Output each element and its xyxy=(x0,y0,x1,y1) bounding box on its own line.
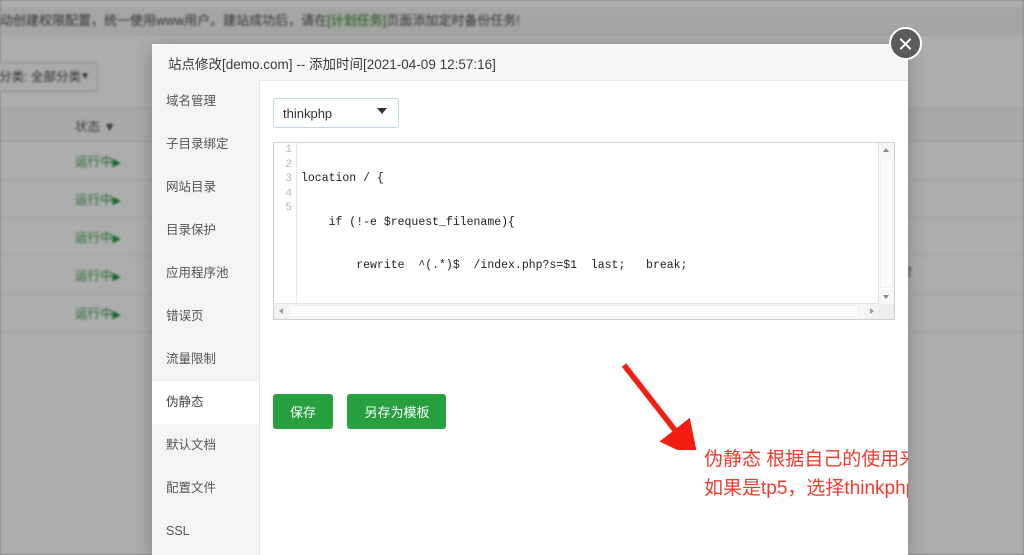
scrollbar-corner xyxy=(879,304,894,319)
line-number: 5 xyxy=(285,202,292,214)
line-number-gutter: 1 2 3 4 5 xyxy=(274,143,297,303)
sidebar-item-subdirectory-binding[interactable]: 子目录绑定 xyxy=(152,123,259,166)
editor-horizontal-scrollbar[interactable] xyxy=(274,303,879,319)
save-as-template-button[interactable]: 另存为模板 xyxy=(347,394,447,429)
sidebar-item-ssl[interactable]: SSL xyxy=(152,510,259,553)
line-number: 4 xyxy=(285,187,292,200)
site-edit-modal: 站点修改[demo.com] -- 添加时间[2021-04-09 12:57:… xyxy=(152,44,908,555)
code-content[interactable]: location / { if (!-e $request_filename){… xyxy=(297,143,878,303)
scroll-right-arrow-icon[interactable] xyxy=(865,304,879,319)
line-number: 2 xyxy=(285,158,292,171)
scroll-down-arrow-icon[interactable] xyxy=(879,290,894,304)
save-button[interactable]: 保存 xyxy=(273,394,334,429)
vertical-scroll-thumb[interactable] xyxy=(880,158,893,288)
horizontal-scroll-thumb[interactable] xyxy=(289,305,859,317)
close-icon[interactable] xyxy=(889,27,922,60)
sidebar-item-app-pool[interactable]: 应用程序池 xyxy=(152,252,259,295)
sidebar-item-default-document[interactable]: 默认文档 xyxy=(152,424,259,467)
line-number: 1 xyxy=(285,144,292,156)
modal-footer-buttons: 保存 另存为模板 xyxy=(273,394,456,429)
modal-title: 站点修改[demo.com] -- 添加时间[2021-04-09 12:57:… xyxy=(168,57,496,72)
annotation-text: 伪静态 根据自己的使用来选择 如果是tp5，选择thinkphp xyxy=(704,445,908,503)
modal-header: 站点修改[demo.com] -- 添加时间[2021-04-09 12:57:… xyxy=(152,44,908,81)
line-number: 3 xyxy=(285,173,292,185)
modal-sidebar: 域名管理 子目录绑定 网站目录 目录保护 应用程序池 错误页 流量限制 伪静态 … xyxy=(152,80,260,555)
sidebar-item-domain-management[interactable]: 域名管理 xyxy=(152,80,259,123)
sidebar-item-config-file[interactable]: 配置文件 xyxy=(152,467,259,510)
scroll-up-arrow-icon[interactable] xyxy=(879,143,894,157)
annotation-line-1: 伪静态 根据自己的使用来选择 xyxy=(704,449,908,470)
rewrite-rule-select[interactable]: thinkphp0.当前discuztypecholaravelwordpres… xyxy=(273,98,399,128)
sidebar-item-rewrite[interactable]: 伪静态 xyxy=(152,381,259,424)
sidebar-item-website-directory[interactable]: 网站目录 xyxy=(152,166,259,209)
sidebar-item-traffic-limit[interactable]: 流量限制 xyxy=(152,338,259,381)
sidebar-item-error-page[interactable]: 错误页 xyxy=(152,295,259,338)
scroll-left-arrow-icon[interactable] xyxy=(274,304,288,319)
code-line: location / { xyxy=(301,172,384,185)
modal-content: thinkphp0.当前discuztypecholaravelwordpres… xyxy=(259,80,908,555)
modal-body: 域名管理 子目录绑定 网站目录 目录保护 应用程序池 错误页 流量限制 伪静态 … xyxy=(152,80,908,555)
code-line: rewrite ^(.*)$ /index.php?s=$1 last; bre… xyxy=(301,259,688,272)
code-area[interactable]: 1 2 3 4 5 location / { if (!-e $request_… xyxy=(274,143,878,303)
editor-vertical-scrollbar[interactable] xyxy=(878,143,894,304)
sidebar-item-directory-protection[interactable]: 目录保护 xyxy=(152,209,259,252)
rewrite-rule-editor[interactable]: 1 2 3 4 5 location / { if (!-e $request_… xyxy=(273,142,908,499)
annotation-line-2: 如果是tp5，选择thinkphp xyxy=(704,478,908,499)
code-line: if (!-e $request_filename){ xyxy=(301,215,515,229)
red-arrow-annotation xyxy=(621,363,698,450)
